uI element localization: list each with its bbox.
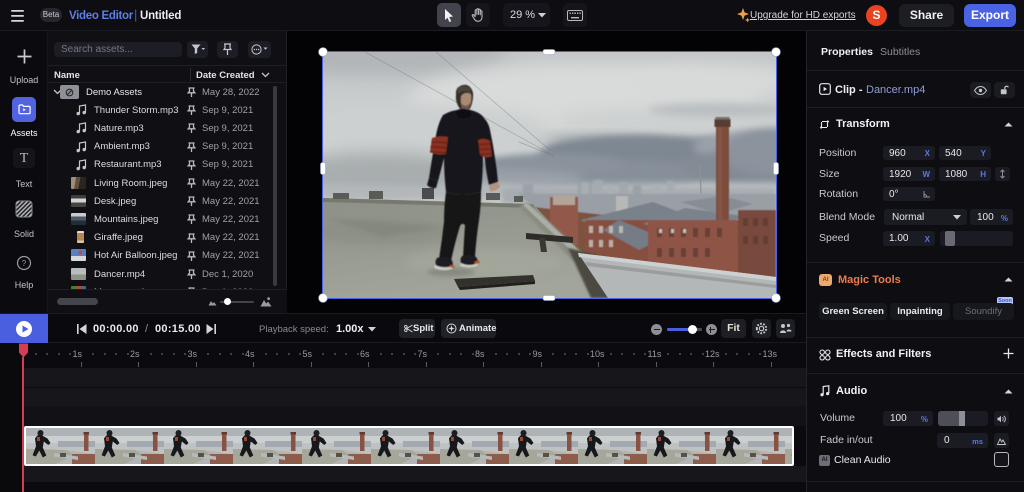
svg-text:?: ? [22, 259, 27, 268]
